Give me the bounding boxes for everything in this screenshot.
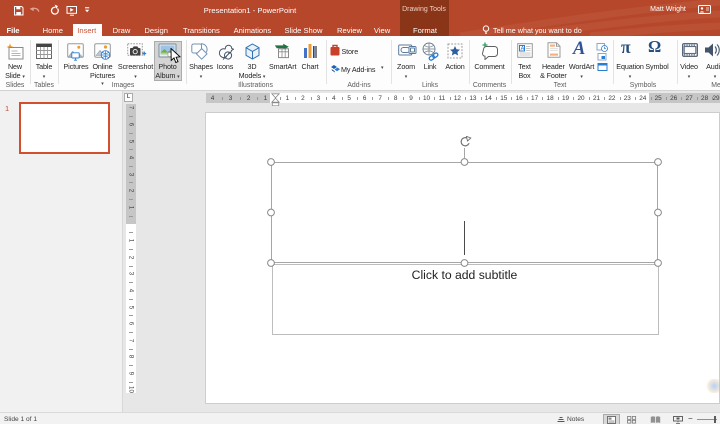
svg-text:A: A xyxy=(520,46,524,52)
